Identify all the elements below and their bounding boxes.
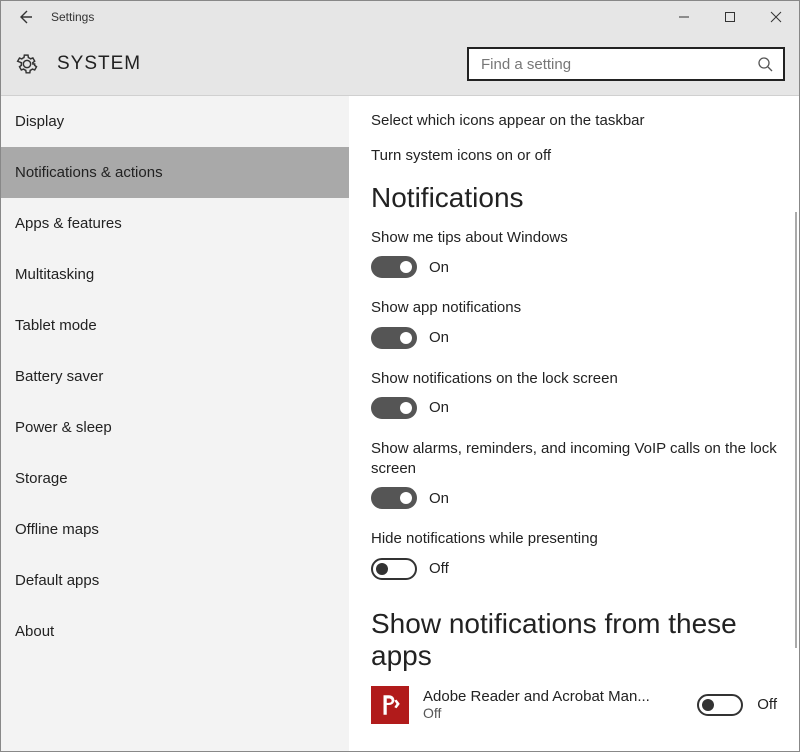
search-box[interactable] [467, 47, 785, 81]
sidebar-item-power-sleep[interactable]: Power & sleep [1, 402, 349, 453]
setting-row: Show app notifications On [371, 298, 777, 348]
toggle-switch[interactable] [371, 256, 417, 278]
scrollbar[interactable] [795, 212, 797, 648]
setting-row: Hide notifications while presenting Off [371, 529, 777, 579]
sidebar-item-apps-features[interactable]: Apps & features [1, 198, 349, 249]
sidebar: DisplayNotifications & actionsApps & fea… [1, 96, 349, 751]
titlebar: Settings [1, 1, 799, 33]
toggle-switch[interactable] [371, 487, 417, 509]
setting-label: Show notifications on the lock screen [371, 369, 777, 389]
minimize-button[interactable] [661, 1, 707, 33]
toggle-switch[interactable] [371, 397, 417, 419]
close-icon [770, 11, 782, 23]
toggle-state-text: On [429, 329, 449, 346]
setting-row: Show alarms, reminders, and incoming VoI… [371, 439, 777, 510]
minimize-icon [678, 11, 690, 23]
sidebar-item-multitasking[interactable]: Multitasking [1, 249, 349, 300]
titlebar-title: Settings [51, 10, 94, 24]
sidebar-item-offline-maps[interactable]: Offline maps [1, 504, 349, 555]
settings-gear-icon [15, 52, 39, 76]
toggle-state-text: On [429, 490, 449, 507]
setting-label: Hide notifications while presenting [371, 529, 777, 549]
back-arrow-icon [17, 9, 33, 25]
toggle-switch[interactable] [371, 327, 417, 349]
header: SYSTEM [1, 33, 799, 95]
setting-label: Show app notifications [371, 298, 777, 318]
page-title: SYSTEM [57, 53, 141, 75]
setting-label: Show alarms, reminders, and incoming VoI… [371, 439, 777, 480]
content: DisplayNotifications & actionsApps & fea… [1, 95, 799, 751]
toggle-state-text: On [429, 399, 449, 416]
toggle-state-text: On [429, 259, 449, 276]
setting-row: Show me tips about Windows On [371, 228, 777, 278]
sidebar-item-storage[interactable]: Storage [1, 453, 349, 504]
search-icon [757, 56, 773, 72]
system-icons-link[interactable]: Turn system icons on or off [371, 147, 777, 164]
toggle-switch[interactable] [697, 694, 743, 716]
sidebar-item-about[interactable]: About [1, 606, 349, 657]
adobe-icon [371, 686, 409, 724]
window-controls [661, 1, 799, 33]
sidebar-item-notifications-actions[interactable]: Notifications & actions [1, 147, 349, 198]
close-button[interactable] [753, 1, 799, 33]
search-input[interactable] [479, 55, 757, 74]
sidebar-item-default-apps[interactable]: Default apps [1, 555, 349, 606]
apps-heading: Show notifications from these apps [371, 608, 777, 672]
main-panel[interactable]: Select which icons appear on the taskbar… [349, 96, 799, 751]
toggle-switch[interactable] [371, 558, 417, 580]
setting-row: Show notifications on the lock screen On [371, 369, 777, 419]
notifications-heading: Notifications [371, 182, 777, 214]
sidebar-item-tablet-mode[interactable]: Tablet mode [1, 300, 349, 351]
app-name: Adobe Reader and Acrobat Man... [423, 688, 683, 705]
setting-label: Show me tips about Windows [371, 228, 777, 248]
maximize-icon [724, 11, 736, 23]
app-row[interactable]: Adobe Reader and Acrobat Man...OffOff [371, 686, 777, 724]
toggle-state-text: Off [757, 696, 777, 713]
sidebar-item-battery-saver[interactable]: Battery saver [1, 351, 349, 402]
sidebar-item-display[interactable]: Display [1, 96, 349, 147]
toggle-state-text: Off [429, 560, 449, 577]
settings-window: Settings SYSTEM DisplayNotifications & a… [0, 0, 800, 752]
back-button[interactable] [15, 7, 35, 27]
maximize-button[interactable] [707, 1, 753, 33]
app-sub: Off [423, 705, 683, 721]
select-taskbar-icons-link[interactable]: Select which icons appear on the taskbar [371, 112, 777, 129]
